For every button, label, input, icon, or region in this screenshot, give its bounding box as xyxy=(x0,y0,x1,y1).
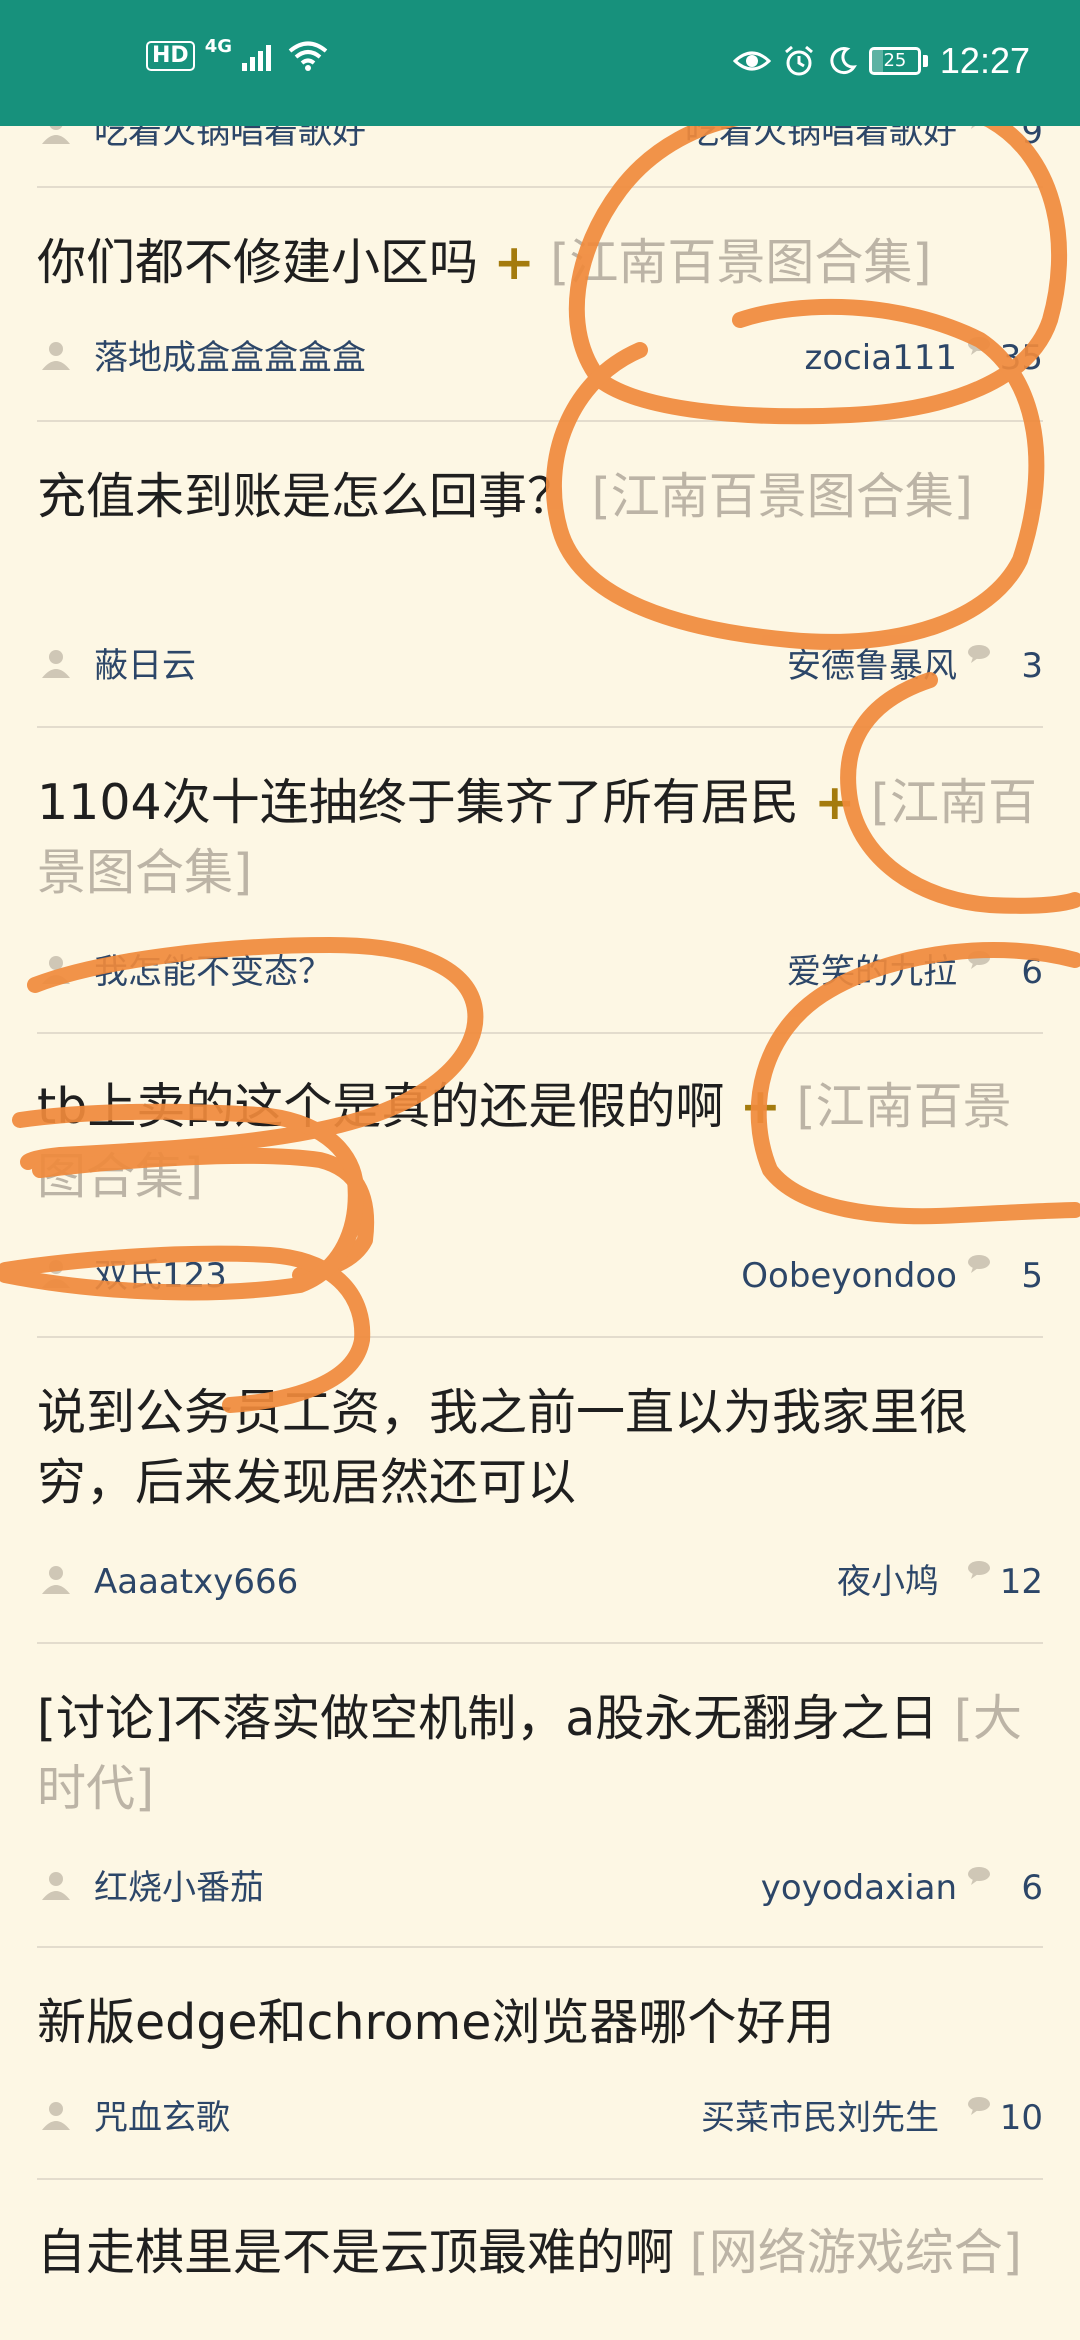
reply-count: 3 xyxy=(1021,646,1043,686)
post-meta: 红烧小番茄 yoyodaxian 6 xyxy=(37,1862,1043,1914)
last-reply-user[interactable]: 夜小鸠 xyxy=(837,1556,939,1608)
battery-level: 25 xyxy=(883,50,907,71)
post-author[interactable]: 我怎能不变态？ xyxy=(94,946,332,998)
list-item[interactable]: 充值未到账是怎么回事？ [江南百景图合集] 蔽日云 安德鲁暴风 3 xyxy=(37,462,1043,722)
clock: 12:27 xyxy=(939,40,1030,81)
last-reply-user[interactable]: Oobeyondoo xyxy=(741,1250,957,1302)
comment-bubble-icon xyxy=(968,1255,990,1273)
list-item[interactable]: tb上卖的这个是真的还是假的啊 + [江南百景图合集] 双氏123 Oobeyo… xyxy=(37,1072,1043,1332)
post-title[interactable]: 说到公务员工资，我之前一直以为我家里很穷，后来发现居然还可以 xyxy=(37,1378,1043,1518)
post-title[interactable]: 充值未到账是怎么回事？ [江南百景图合集] xyxy=(37,462,1043,532)
last-reply-user[interactable]: 爱笑的九拉 xyxy=(787,946,957,998)
last-reply-user[interactable]: 安德鲁暴风 xyxy=(787,640,957,692)
list-item[interactable]: 新版edge和chrome浏览器哪个好用 咒血玄歌 买菜市民刘先生 10 xyxy=(37,1988,1043,2168)
post-author[interactable]: Aaaatxy666 xyxy=(94,1556,298,1608)
divider xyxy=(37,726,1043,728)
hd-voice-icon: HD xyxy=(146,41,195,71)
divider xyxy=(37,1642,1043,1644)
post-title[interactable]: 1104次十连抽终于集齐了所有居民 + [江南百景图合集] xyxy=(37,768,1043,908)
comment-bubble-icon xyxy=(968,2097,990,2115)
list-item[interactable]: 1104次十连抽终于集齐了所有居民 + [江南百景图合集] 我怎能不变态？ 爱笑… xyxy=(37,768,1043,1028)
reply-count: 35 xyxy=(999,338,1043,378)
list-item[interactable]: 你们都不修建小区吗 + [江南百景图合集] 落地成盒盒盒盒盒 zocia111 … xyxy=(37,228,1043,418)
post-author[interactable]: 双氏123 xyxy=(94,1250,227,1302)
network-indicators: HD 4G xyxy=(146,36,328,72)
post-meta: 落地成盒盒盒盒盒 zocia111 35 xyxy=(37,332,1043,384)
divider xyxy=(37,2178,1043,2180)
last-reply-user[interactable]: 买菜市民刘先生 xyxy=(701,2092,939,2144)
divider xyxy=(37,186,1043,188)
user-icon xyxy=(42,342,70,370)
divider xyxy=(37,1032,1043,1034)
divider xyxy=(37,420,1043,422)
user-icon xyxy=(42,1566,70,1594)
post-meta: 咒血玄歌 买菜市民刘先生 10 xyxy=(37,2092,1043,2144)
do-not-disturb-moon-icon xyxy=(830,47,857,75)
post-meta: Aaaatxy666 夜小鸠 12 xyxy=(37,1556,1043,1608)
post-author[interactable]: 落地成盒盒盒盒盒 xyxy=(94,332,366,384)
list-item[interactable]: 说到公务员工资，我之前一直以为我家里很穷，后来发现居然还可以 Aaaatxy66… xyxy=(37,1378,1043,1638)
eye-comfort-icon xyxy=(732,51,771,71)
reply-count: 6 xyxy=(1021,1868,1043,1908)
post-meta: 双氏123 Oobeyondoo 5 xyxy=(37,1250,1043,1302)
divider xyxy=(37,1336,1043,1338)
user-icon xyxy=(42,2102,70,2130)
user-icon xyxy=(42,1872,70,1900)
alarm-icon xyxy=(784,45,813,76)
network-type: 4G xyxy=(204,35,232,57)
status-bar: HD 4G 25 12:27 xyxy=(0,0,1080,126)
comment-bubble-icon xyxy=(968,645,990,663)
wifi-icon xyxy=(288,41,328,71)
list-item[interactable]: 自走棋里是不是云顶最难的啊 [网络游戏综合] xyxy=(37,2218,1043,2340)
post-meta: 我怎能不变态？ 爱笑的九拉 6 xyxy=(37,946,1043,998)
user-icon xyxy=(42,1260,70,1288)
list-item[interactable]: [讨论]不落实做空机制，a股永无翻身之日 [大时代] 红烧小番茄 yoyodax… xyxy=(37,1684,1043,1944)
user-icon xyxy=(42,650,70,678)
last-reply-user[interactable]: zocia111 xyxy=(804,332,957,384)
last-reply-user[interactable]: yoyodaxian xyxy=(761,1862,957,1914)
comment-bubble-icon xyxy=(968,1867,990,1885)
user-icon xyxy=(42,956,70,984)
reply-count: 6 xyxy=(1021,952,1043,992)
image-attachment-plus: + xyxy=(493,234,535,291)
image-attachment-plus: + xyxy=(739,1078,781,1135)
system-indicators: 25 12:27 xyxy=(732,40,1030,82)
post-meta: 蔽日云 安德鲁暴风 3 xyxy=(37,640,1043,692)
post-title[interactable]: tb上卖的这个是真的还是假的啊 + [江南百景图合集] xyxy=(37,1072,1043,1212)
post-title[interactable]: [讨论]不落实做空机制，a股永无翻身之日 [大时代] xyxy=(37,1684,1043,1824)
reply-count: 10 xyxy=(999,2098,1043,2138)
image-attachment-plus: + xyxy=(814,774,856,831)
board-tag[interactable]: [江南百景图合集] xyxy=(592,468,973,525)
reply-count: 12 xyxy=(999,1562,1043,1602)
comment-bubble-icon xyxy=(968,337,990,355)
comment-bubble-icon xyxy=(968,1561,990,1579)
post-title[interactable]: 新版edge和chrome浏览器哪个好用 xyxy=(37,1988,1043,2058)
battery-icon: 25 xyxy=(868,47,921,75)
post-title[interactable]: 你们都不修建小区吗 + [江南百景图合集] xyxy=(37,228,1043,298)
battery-tip xyxy=(922,55,928,67)
signal-icon xyxy=(242,45,271,71)
board-tag[interactable]: [江南百景图合集] xyxy=(550,234,931,291)
post-title[interactable]: 自走棋里是不是云顶最难的啊 [网络游戏综合] xyxy=(37,2218,1043,2288)
post-author[interactable]: 红烧小番茄 xyxy=(94,1862,264,1914)
board-tag[interactable]: [网络游戏综合] xyxy=(690,2224,1022,2281)
reply-count: 5 xyxy=(1021,1256,1043,1296)
post-author[interactable]: 咒血玄歌 xyxy=(94,2092,230,2144)
comment-bubble-icon xyxy=(968,951,990,969)
divider xyxy=(37,1946,1043,1948)
post-author[interactable]: 蔽日云 xyxy=(94,640,196,692)
